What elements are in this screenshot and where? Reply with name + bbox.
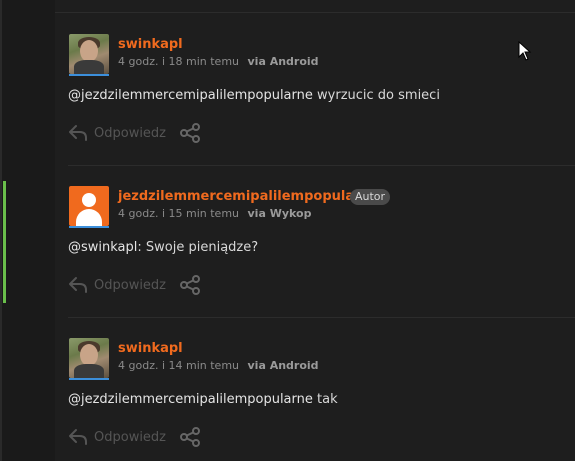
mention-link[interactable]: @jezdzilemmercemipalilempopularne: [68, 392, 313, 407]
author-badge: Autor: [350, 189, 391, 205]
comment-meta: 4 godz. i 18 min temu via Android: [118, 55, 319, 68]
avatar-shirt: [74, 60, 104, 74]
share-icon: [180, 427, 201, 447]
reply-label: Odpowiedz: [94, 429, 167, 445]
reply-arrow-icon: [69, 125, 87, 141]
comment-thread-view: swinkapl 4 godz. i 18 min temu via Andro…: [0, 0, 575, 461]
comment-source: via Wykop: [247, 207, 312, 220]
avatar-face: [80, 40, 98, 62]
username-link[interactable]: swinkapl: [118, 37, 183, 52]
default-user-avatar: [69, 186, 109, 226]
comment: swinkapl 4 godz. i 18 min temu via Andro…: [55, 14, 575, 166]
avatar-body: [76, 209, 102, 226]
avatar[interactable]: [69, 186, 109, 228]
avatar-underline: [69, 226, 109, 228]
top-divider: [55, 12, 575, 13]
comment: jezdzilemmercemipalilempopularne Autor 4…: [3, 166, 575, 318]
user-photo-avatar: [69, 34, 109, 74]
comment-actions: Odpowiedz: [68, 122, 201, 144]
share-button[interactable]: [179, 427, 201, 447]
comment-text: : Swoje pieniądze?: [137, 240, 259, 255]
share-button[interactable]: [179, 275, 201, 295]
reply-arrow-icon: [69, 429, 87, 445]
left-gutter: [0, 0, 2, 461]
avatar-face: [80, 344, 98, 366]
comment-body: @jezdzilemmercemipalilempopularne tak: [68, 392, 338, 407]
comment-body: @jezdzilemmercemipalilempopularne wyrzuc…: [68, 88, 440, 103]
comment-body: @swinkapl: Swoje pieniądze?: [68, 240, 258, 255]
reply-label: Odpowiedz: [94, 277, 167, 293]
user-photo-avatar: [69, 338, 109, 378]
username-link[interactable]: jezdzilemmercemipalilempopularne: [118, 189, 379, 204]
reply-button[interactable]: Odpowiedz: [68, 428, 166, 446]
avatar-shirt: [74, 364, 104, 378]
avatar-underline: [69, 378, 109, 380]
comment: swinkapl 4 godz. i 14 min temu via Andro…: [55, 318, 575, 461]
reply-button[interactable]: Odpowiedz: [68, 124, 166, 142]
username-link[interactable]: swinkapl: [118, 341, 183, 356]
comment-meta: 4 godz. i 14 min temu via Android: [118, 359, 319, 372]
avatar-underline: [69, 74, 109, 76]
mouse-pointer-icon: [518, 41, 532, 61]
comment-actions: Odpowiedz: [68, 274, 201, 296]
comment-time[interactable]: 4 godz. i 18 min temu: [118, 55, 239, 68]
share-button[interactable]: [179, 123, 201, 143]
author-highlight-bar: [3, 181, 6, 303]
mention-link[interactable]: @swinkapl: [68, 240, 137, 255]
comment-meta: 4 godz. i 15 min temu via Wykop: [118, 207, 311, 220]
reply-arrow-icon: [69, 277, 87, 293]
share-icon: [180, 123, 201, 143]
avatar[interactable]: [69, 338, 109, 380]
avatar-head: [82, 193, 96, 207]
avatar[interactable]: [69, 34, 109, 76]
comment-text: wyrzucic do smieci: [312, 88, 440, 103]
comment-time[interactable]: 4 godz. i 14 min temu: [118, 359, 239, 372]
share-icon: [180, 275, 201, 295]
comment-actions: Odpowiedz: [68, 426, 201, 448]
comment-time[interactable]: 4 godz. i 15 min temu: [118, 207, 239, 220]
reply-label: Odpowiedz: [94, 125, 167, 141]
comment-source: via Android: [247, 55, 319, 68]
comment-source: via Android: [247, 359, 319, 372]
reply-button[interactable]: Odpowiedz: [68, 276, 166, 294]
mention-link[interactable]: @jezdzilemmercemipalilempopularne: [68, 88, 313, 103]
comment-text: tak: [312, 392, 338, 407]
